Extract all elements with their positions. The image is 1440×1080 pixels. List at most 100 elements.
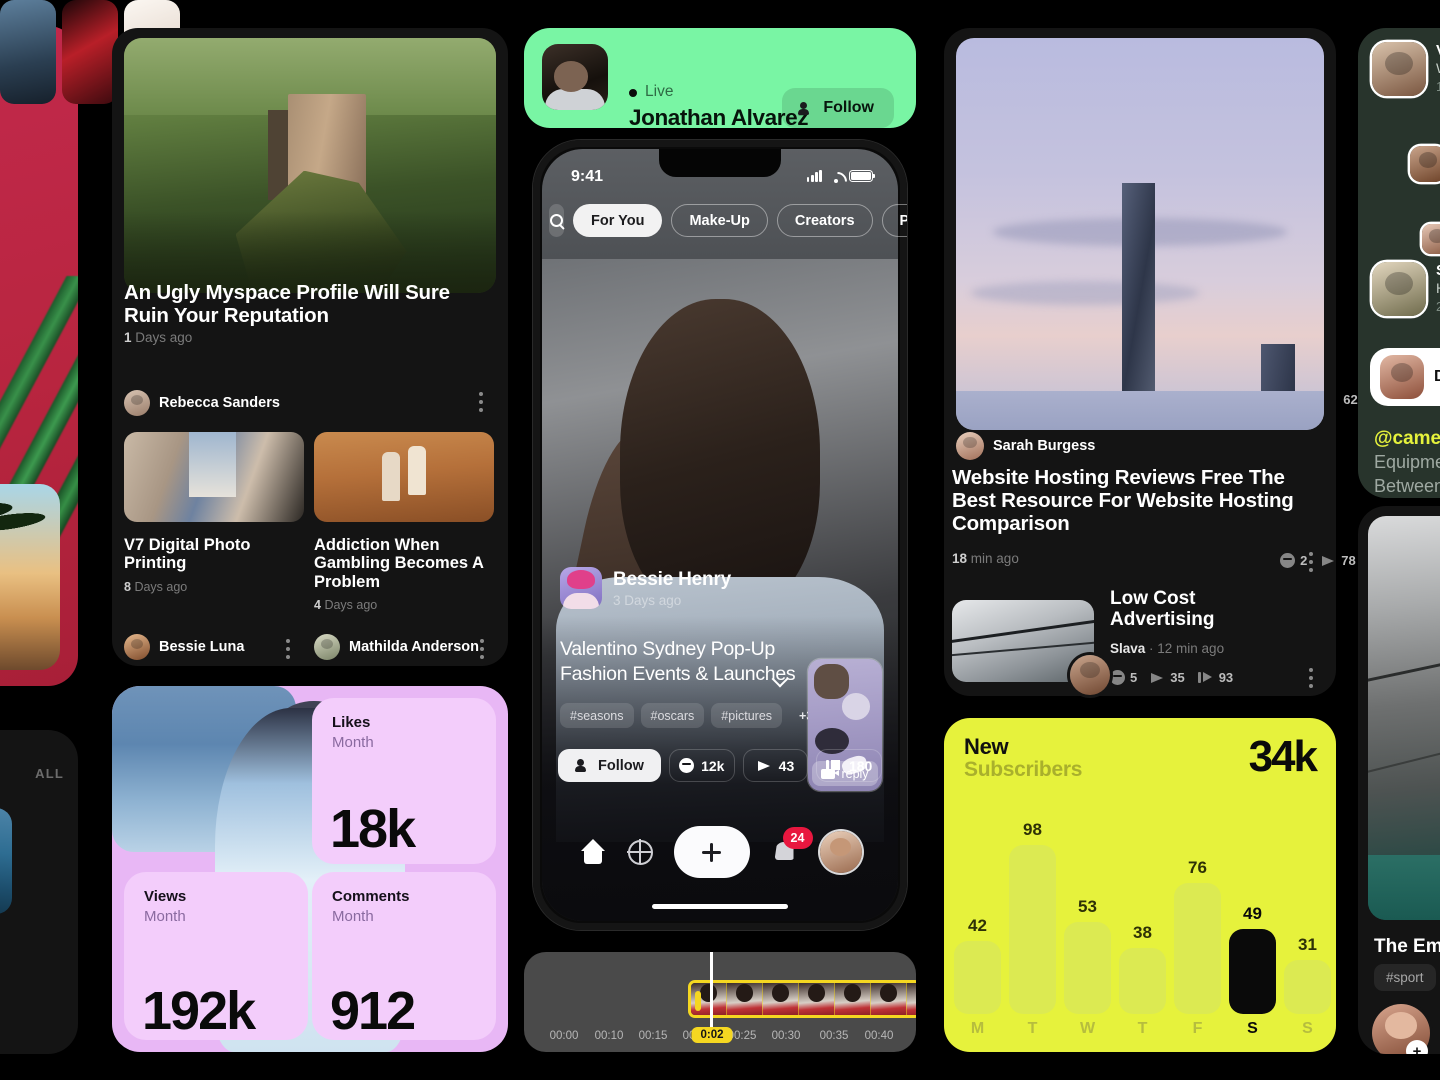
chat-handle[interactable]: @camera xyxy=(1374,428,1440,450)
video-follow-button[interactable]: Follow xyxy=(558,749,661,782)
video-author-row[interactable]: Bessie Henry 3 Days ago xyxy=(560,567,731,609)
playhead[interactable] xyxy=(710,952,713,1032)
chip-place[interactable]: Place xyxy=(881,204,907,237)
story-thumb-1[interactable] xyxy=(0,0,56,104)
chart-bar-column[interactable]: 31 S xyxy=(1284,810,1331,1040)
avatar[interactable] xyxy=(1422,224,1440,254)
share-stat[interactable]: 35 xyxy=(1150,670,1185,685)
video-timeline[interactable]: 00:00 00:10 00:15 00:20 00:25 00:30 00:3… xyxy=(524,952,916,1052)
chat-highlight-pill[interactable]: Dus xyxy=(1370,348,1440,406)
chart-bar-column[interactable]: 98 T xyxy=(1009,810,1056,1040)
play-stat[interactable]: 93 xyxy=(1197,670,1233,685)
stat-tile-comments[interactable]: Comments Month 912 xyxy=(312,872,496,1040)
chart-bar[interactable] xyxy=(1009,845,1056,1014)
mini-post-2-author[interactable]: Mathilda Anderson xyxy=(314,634,479,660)
avatar[interactable] xyxy=(1380,355,1424,399)
chat-message: W xyxy=(1436,60,1440,76)
sub-post-avatar[interactable] xyxy=(1070,655,1110,695)
chart-bar-column[interactable]: 53 W xyxy=(1064,810,1111,1040)
mini-date-unit: Days ago xyxy=(324,598,378,613)
beach-thumbnail[interactable] xyxy=(0,484,60,670)
hero-image-mountain[interactable] xyxy=(1368,516,1440,920)
mini-post-1-author[interactable]: Bessie Luna xyxy=(124,634,244,660)
follow-button[interactable]: Follow xyxy=(782,88,894,128)
play-icon xyxy=(825,758,842,773)
chart-bar[interactable] xyxy=(1174,883,1221,1014)
avatar[interactable] xyxy=(1410,146,1440,182)
create-button[interactable] xyxy=(673,826,750,878)
all-filter-label[interactable]: ALL xyxy=(35,766,64,781)
right-author-row[interactable]: Sarah Burgess xyxy=(956,432,1095,460)
feed-date-unit: Days ago xyxy=(135,330,193,345)
hero-image-castle[interactable] xyxy=(124,38,496,293)
chip-for-you[interactable]: For You xyxy=(573,204,663,237)
search-button[interactable] xyxy=(549,204,564,237)
mini-post-1[interactable]: V7 Digital Photo Printing 8 Days ago xyxy=(124,432,304,594)
hashtag[interactable]: #sport xyxy=(1374,964,1436,991)
chart-bar-column[interactable]: 49 S xyxy=(1229,810,1276,1040)
comment-stat[interactable]: 5 xyxy=(1110,670,1137,685)
new-subscribers-chart-card: New Subscribers 34k 42 M 98 T 53 W 38 T 76 F 49 S 31… xyxy=(944,718,1336,1052)
avatar[interactable] xyxy=(1372,262,1426,316)
chart-bar-column[interactable]: 38 T xyxy=(1119,810,1166,1040)
chat-row-3[interactable] xyxy=(1422,224,1440,254)
chat-row-2[interactable] xyxy=(1410,146,1440,182)
hashtag[interactable]: #pictures xyxy=(711,703,783,728)
mini-post-2-more[interactable] xyxy=(480,639,484,663)
stat-tile-likes[interactable]: Likes Month 18k xyxy=(312,698,496,864)
mini-post-1-more[interactable] xyxy=(286,639,290,663)
video-comment-button[interactable]: 12k xyxy=(668,749,735,782)
chart-bar[interactable] xyxy=(954,941,1001,1014)
hero-image-skyscraper[interactable] xyxy=(956,38,1324,430)
avatar[interactable] xyxy=(956,432,984,460)
chart-bar[interactable] xyxy=(1229,929,1276,1014)
current-time-badge: 0:02 xyxy=(691,1027,733,1043)
chat-row-1[interactable]: Vi W 1m xyxy=(1372,42,1440,96)
status-bar-indicators xyxy=(806,170,876,183)
chart-bar-column[interactable]: 42 M xyxy=(954,810,1001,1040)
feed-more-menu[interactable] xyxy=(479,392,483,416)
hashtag[interactable]: #oscars xyxy=(640,703,705,728)
chat-row-4[interactable]: Sl H 2m xyxy=(1372,262,1440,316)
mini-post-thumbnail[interactable] xyxy=(314,432,494,522)
filmstrip-clip[interactable] xyxy=(688,980,916,1018)
mini-post-thumbnail[interactable] xyxy=(124,432,304,522)
right-post-more[interactable] xyxy=(1309,552,1313,576)
feed-post-title[interactable]: An Ugly Myspace Profile Will Sure Ruin Y… xyxy=(124,281,454,327)
avatar[interactable] xyxy=(1372,42,1426,96)
ocean-thumbnail[interactable] xyxy=(0,808,12,914)
avatar[interactable] xyxy=(314,634,340,660)
mountain-post-title[interactable]: The Emera xyxy=(1374,936,1440,958)
live-avatar[interactable] xyxy=(542,44,608,110)
video-play-button[interactable]: 180 xyxy=(816,749,882,782)
chart-bar[interactable] xyxy=(1284,960,1331,1014)
story-thumb-2[interactable] xyxy=(62,0,118,104)
sub-post-title[interactable]: Low Cost Advertising xyxy=(1110,588,1290,631)
phone-screen: Bessie Henry 3 Days ago Valentino Sydney… xyxy=(542,149,898,921)
right-post-title[interactable]: Website Hosting Reviews Free The Best Re… xyxy=(952,466,1296,535)
stat-tile-views[interactable]: Views Month 192k xyxy=(124,872,308,1040)
chart-bar[interactable] xyxy=(1119,948,1166,1014)
home-icon[interactable] xyxy=(579,839,607,865)
chart-bar[interactable] xyxy=(1064,922,1111,1014)
comment-stat[interactable]: 2 xyxy=(1280,553,1307,568)
notifications-button[interactable]: 24 xyxy=(771,827,813,866)
video-share-button[interactable]: 43 xyxy=(742,749,809,782)
avatar[interactable] xyxy=(124,634,150,660)
avatar[interactable] xyxy=(560,567,602,609)
mini-post-2[interactable]: Addiction When Gambling Becomes A Proble… xyxy=(314,432,494,612)
sub-post-more[interactable] xyxy=(1309,668,1313,692)
globe-icon[interactable] xyxy=(627,839,653,865)
left-edge-red-card[interactable] xyxy=(0,26,78,686)
feed-author-row[interactable]: Rebecca Sanders xyxy=(124,390,280,416)
chip-creators[interactable]: Creators xyxy=(776,204,873,237)
avatar[interactable] xyxy=(124,390,150,416)
share-stat[interactable]: 78 xyxy=(1321,553,1356,568)
chip-make-up[interactable]: Make-Up xyxy=(671,204,768,237)
chart-bar-column[interactable]: 76 F xyxy=(1174,810,1221,1040)
left-edge-dark-card[interactable]: ALL ortez ers xyxy=(0,730,78,1054)
trim-handle-left[interactable] xyxy=(695,991,701,1011)
profile-avatar[interactable] xyxy=(819,831,862,873)
stats-photo-tile[interactable] xyxy=(112,686,406,1052)
hashtag[interactable]: #seasons xyxy=(560,703,634,728)
